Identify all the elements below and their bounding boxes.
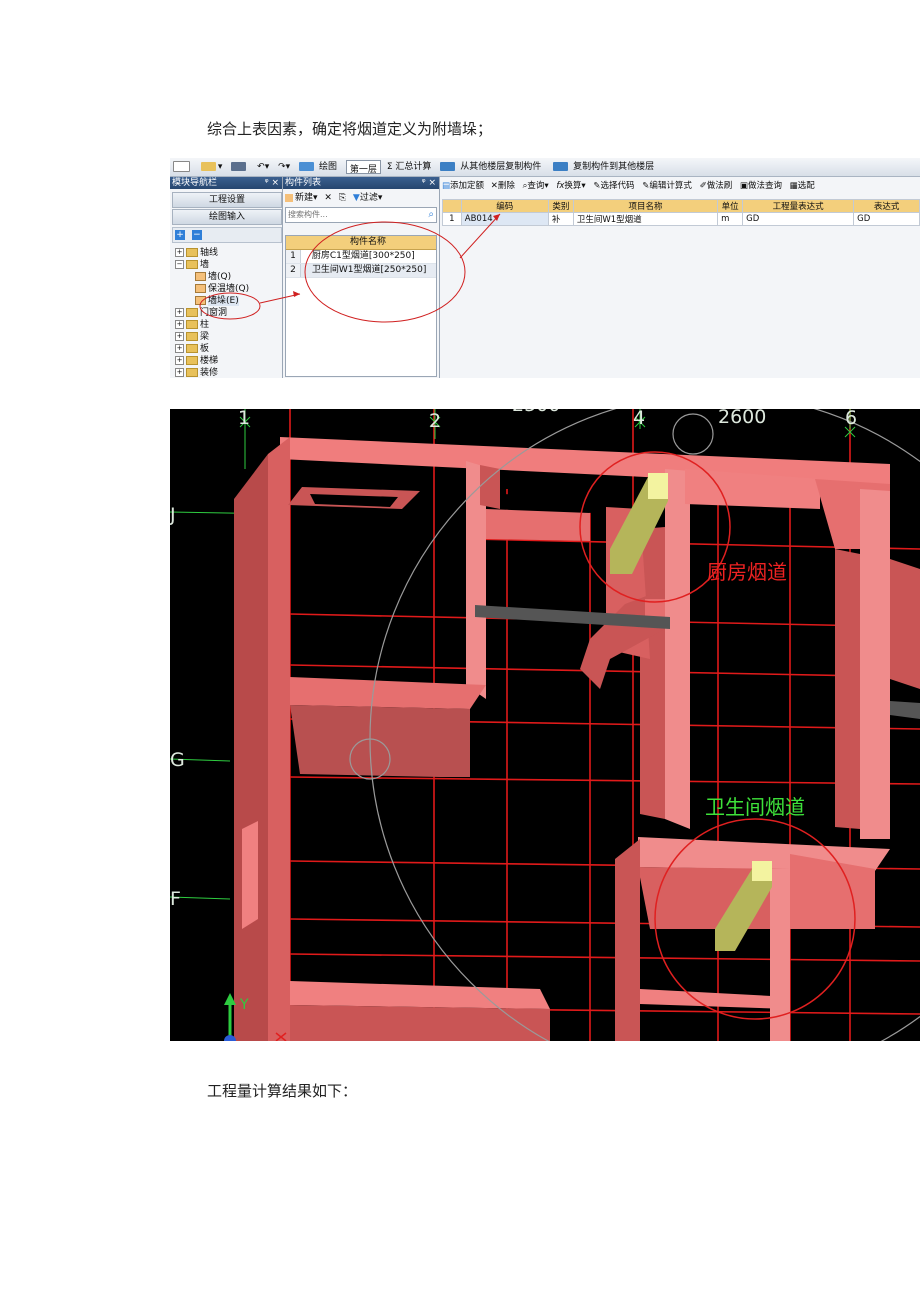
walls bbox=[234, 437, 920, 1041]
model-canvas: 1 2 4 6 2500 2600 J G F 厨房烟道 卫生间烟道 Y bbox=[170, 409, 920, 1041]
y-axis-label: Y bbox=[239, 997, 249, 1013]
software-screenshot: ▾ ↶▾ ↷▾ 绘图 第一层 Σ 汇总计算 从其他楼层复制构件 复制构件到其他楼… bbox=[170, 158, 920, 378]
axis-label-j: J bbox=[170, 504, 176, 526]
paragraph-intro: 综合上表因素，确定将烟道定义为附墙垛； bbox=[207, 120, 493, 138]
label-bathroom-flue: 卫生间烟道 bbox=[705, 795, 805, 819]
axis-label-1: 1 bbox=[238, 409, 250, 429]
axis-label-f: F bbox=[170, 888, 181, 910]
axis-label-g: G bbox=[170, 749, 185, 771]
axis-label-2: 2 bbox=[429, 410, 441, 432]
paragraph-result: 工程量计算结果如下： bbox=[207, 1082, 358, 1100]
annotation-overlay bbox=[199, 213, 501, 323]
axis-label-6: 6 bbox=[845, 409, 857, 429]
axis-label-4: 4 bbox=[633, 409, 645, 429]
label-kitchen-flue: 厨房烟道 bbox=[707, 560, 787, 584]
dimension-2600: 2600 bbox=[718, 409, 766, 428]
model-3d-view: 1 2 4 6 2500 2600 J G F 厨房烟道 卫生间烟道 Y bbox=[170, 409, 920, 1041]
dimension-2500: 2500 bbox=[512, 409, 560, 416]
